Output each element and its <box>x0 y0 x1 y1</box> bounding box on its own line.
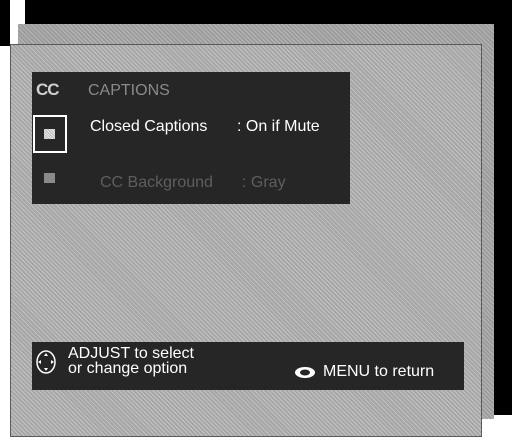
adjust-hint-line2: or change option <box>68 360 188 377</box>
cc-background-label: CC Background <box>100 174 213 191</box>
adjust-joystick-icon <box>36 350 56 374</box>
captions-menu: CC CAPTIONS Closed Captions : On if Mute… <box>32 72 350 204</box>
row-bullet-icon <box>44 129 55 139</box>
hint-bar: ADJUST to select or change option MENU t… <box>32 342 464 390</box>
closed-captions-label[interactable]: Closed Captions <box>90 118 207 136</box>
cc-background-value: : Gray <box>242 174 286 191</box>
frame-left-tab <box>0 0 10 46</box>
menu-title: CAPTIONS <box>88 82 170 99</box>
cc-icon: CC <box>36 80 60 99</box>
frame-top-bar <box>25 0 512 24</box>
adjust-hint-line1: ADJUST to select <box>68 345 194 362</box>
menu-button-icon <box>295 367 315 378</box>
adjust-hint: ADJUST to select or change option <box>68 345 194 377</box>
menu-return-hint: MENU to return <box>323 363 435 380</box>
frame-right-shadow <box>492 20 512 415</box>
closed-captions-value[interactable]: : On if Mute <box>237 118 320 136</box>
row-bullet-icon <box>44 173 55 183</box>
